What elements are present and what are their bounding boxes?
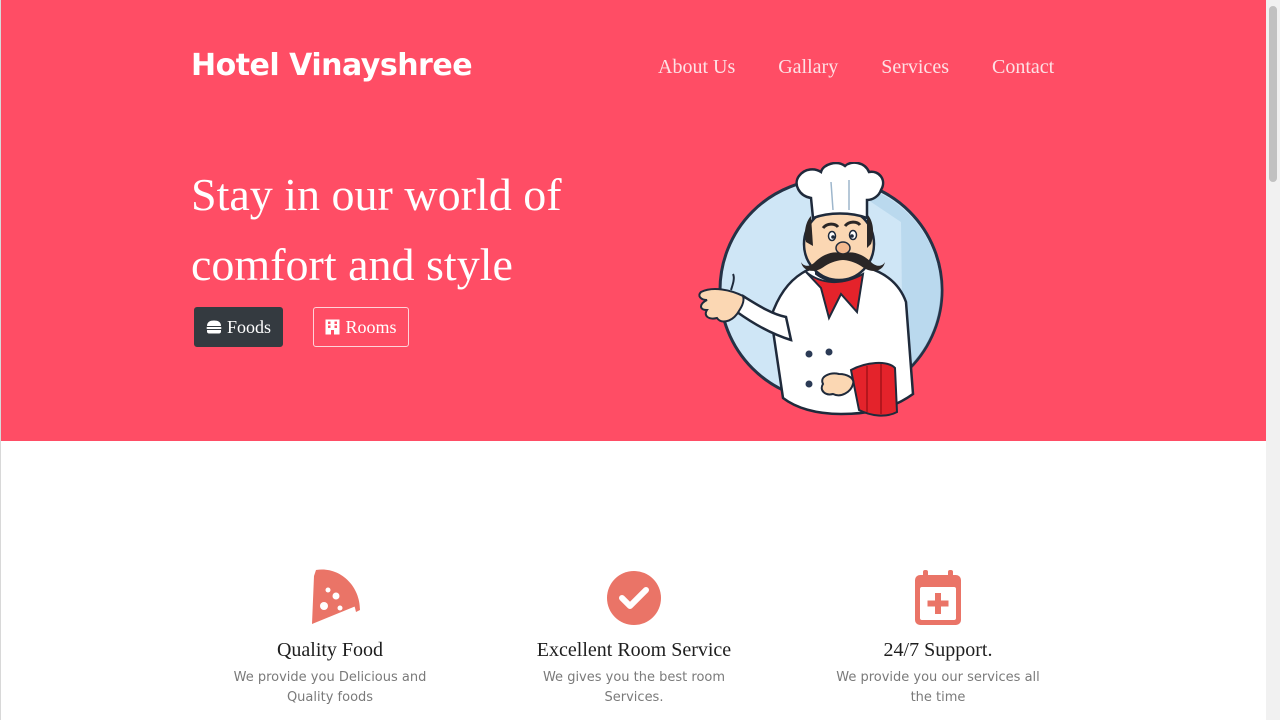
nav-about-us[interactable]: About Us <box>658 56 735 79</box>
feature-room-service: Excellent Room Service We gives you the … <box>504 568 764 708</box>
feature-title: Excellent Room Service <box>536 639 732 661</box>
nav-gallery[interactable]: Gallary <box>778 56 838 79</box>
hero-headline-line-2: comfort and style <box>191 239 513 290</box>
rooms-button[interactable]: Rooms <box>313 307 409 347</box>
main-nav: About Us Gallary Services Contact <box>658 56 1097 79</box>
hero-section: Hotel Vinayshree About Us Gallary Servic… <box>1 0 1266 441</box>
foods-button-label: Foods <box>226 316 271 337</box>
brand-logo[interactable]: Hotel Vinayshree <box>191 48 473 83</box>
feature-description: We provide you Delicious and Quality foo… <box>233 670 427 705</box>
calendar-plus-icon <box>915 570 961 625</box>
check-circle-icon <box>607 571 661 625</box>
feature-description: We gives you the best room Services. <box>542 670 726 705</box>
building-icon <box>325 319 340 335</box>
pizza-slice-icon <box>312 569 360 624</box>
feature-title: Quality Food <box>276 639 384 661</box>
hero-headline: Stay in our world of comfort and style <box>191 160 562 300</box>
hero-headline-line-1: Stay in our world of <box>191 169 562 220</box>
nav-contact[interactable]: Contact <box>992 56 1054 79</box>
foods-button[interactable]: Foods <box>194 307 283 347</box>
nav-services[interactable]: Services <box>881 56 949 79</box>
vertical-scrollbar[interactable] <box>1266 0 1280 720</box>
feature-support: 24/7 Support. We provide you our service… <box>808 568 1068 708</box>
rooms-button-label: Rooms <box>345 316 397 337</box>
hamburger-icon <box>206 320 222 334</box>
feature-description: We provide you our services all the time <box>836 670 1040 705</box>
page: Hotel Vinayshree About Us Gallary Servic… <box>0 0 1266 720</box>
scrollbar-thumb[interactable] <box>1269 6 1277 182</box>
chef-illustration <box>698 162 944 417</box>
feature-quality-food: Quality Food We provide you Delicious an… <box>200 568 460 708</box>
feature-title: 24/7 Support. <box>883 639 993 661</box>
